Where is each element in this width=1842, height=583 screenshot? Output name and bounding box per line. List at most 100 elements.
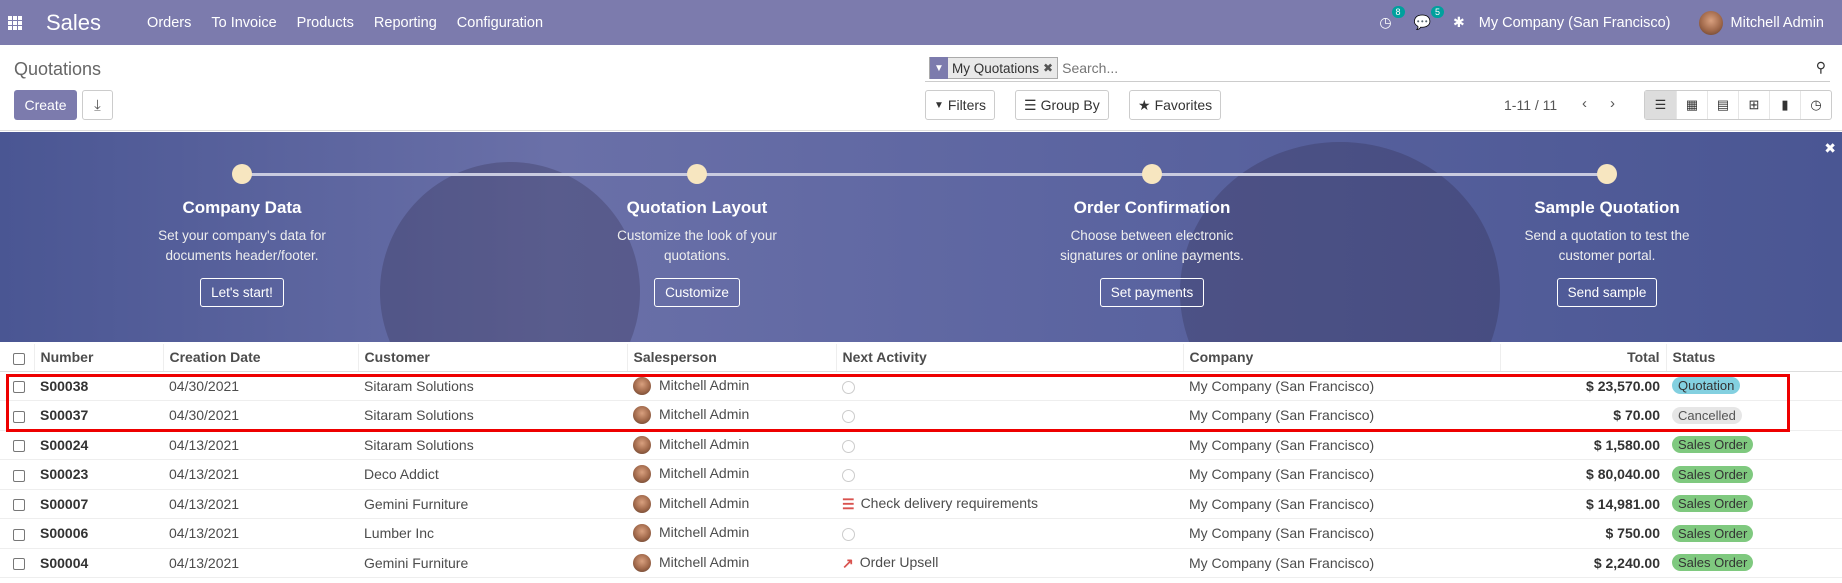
pager-value[interactable]: 1-11 / 11 bbox=[1504, 97, 1557, 113]
favorites-button[interactable]: ★ Favorites bbox=[1129, 90, 1222, 120]
row-checkbox[interactable] bbox=[13, 499, 25, 512]
salesperson-avatar bbox=[633, 376, 651, 395]
header-number[interactable]: Number bbox=[33, 344, 163, 372]
kanban-view-icon[interactable]: ▦ bbox=[1676, 91, 1707, 119]
menu-to-invoice[interactable]: To Invoice bbox=[201, 15, 286, 31]
set-payments-button[interactable]: Set payments bbox=[1099, 278, 1205, 307]
order-number: S00007 bbox=[34, 489, 163, 519]
debug-bug-icon[interactable]: ✱ bbox=[1453, 14, 1465, 31]
activity-clock-icon[interactable] bbox=[842, 439, 855, 453]
status-badge: Sales Order bbox=[1672, 436, 1754, 454]
header-salesperson[interactable]: Salesperson bbox=[626, 344, 836, 372]
creation-date: 04/13/2021 bbox=[163, 459, 358, 490]
pivot-view-icon[interactable]: ⊞ bbox=[1738, 91, 1769, 119]
apps-grid-icon[interactable] bbox=[8, 15, 22, 30]
header-creation-date[interactable]: Creation Date bbox=[162, 344, 358, 372]
filters-button[interactable]: ▼ Filters bbox=[925, 90, 996, 120]
order-total: $ 70.00 bbox=[1500, 400, 1666, 431]
list-bars-icon: ☰ bbox=[1024, 96, 1037, 113]
order-number: S00037 bbox=[34, 400, 163, 431]
salesperson-avatar bbox=[633, 553, 651, 572]
salesperson-name: Mitchell Admin bbox=[659, 524, 750, 541]
row-checkbox[interactable] bbox=[13, 528, 25, 541]
table-row[interactable]: S00006 04/13/2021 Lumber Inc Mitchell Admin… bbox=[0, 518, 1842, 549]
row-checkbox[interactable] bbox=[13, 469, 25, 482]
order-total: $ 80,040.00 bbox=[1500, 459, 1666, 490]
download-icon: ⤓ bbox=[94, 96, 101, 114]
search-icon[interactable]: ⚲ bbox=[1816, 59, 1826, 76]
step-title: Order Confirmation bbox=[1073, 198, 1231, 217]
header-next-activity[interactable]: Next Activity bbox=[835, 344, 1183, 372]
menu-reporting[interactable]: Reporting bbox=[364, 15, 447, 31]
download-button[interactable]: ⤓ bbox=[82, 90, 113, 120]
creation-date: 04/30/2021 bbox=[163, 400, 358, 431]
salesperson-name: Mitchell Admin bbox=[659, 406, 750, 423]
row-checkbox[interactable] bbox=[13, 440, 25, 453]
todo-list-icon[interactable]: ☰ bbox=[842, 496, 855, 513]
lets-start-button[interactable]: Let's start! bbox=[200, 278, 284, 307]
control-panel: Quotations Create ⤓ ▼ My Quotations ✖ ⚲ … bbox=[0, 45, 1842, 131]
header-customer[interactable]: Customer bbox=[357, 344, 627, 372]
progress-line bbox=[242, 173, 1608, 176]
table-row[interactable]: S00037 04/30/2021 Sitaram Solutions Mitchel… bbox=[0, 400, 1842, 431]
salesperson-avatar bbox=[633, 494, 651, 513]
navbar-systray: ◷ 8 💬 5 ✱ My Company (San Francisco) Mitch… bbox=[1379, 0, 1842, 45]
customer-name: Gemini Furniture bbox=[358, 548, 627, 578]
order-total: $ 1,580.00 bbox=[1500, 430, 1666, 460]
customize-button[interactable]: Customize bbox=[654, 278, 740, 307]
graph-view-icon[interactable]: ▮ bbox=[1769, 91, 1800, 119]
page-title: Quotations bbox=[14, 59, 102, 79]
facet-remove-icon[interactable]: ✖ bbox=[1043, 61, 1057, 75]
user-menu[interactable]: Mitchell Admin bbox=[1731, 15, 1824, 31]
send-sample-button[interactable]: Send sample bbox=[1556, 278, 1658, 307]
row-checkbox[interactable] bbox=[13, 381, 25, 394]
create-button[interactable]: Create bbox=[14, 90, 77, 120]
header-company[interactable]: Company bbox=[1182, 344, 1500, 372]
table-row[interactable]: S00038 04/30/2021 Sitaram Solutions Mitchel… bbox=[0, 371, 1842, 401]
groupby-button[interactable]: ☰ Group By bbox=[1015, 90, 1109, 120]
header-status[interactable]: Status bbox=[1665, 344, 1842, 372]
line-chart-icon[interactable]: ↗ bbox=[842, 555, 854, 572]
pager-next-icon[interactable]: › bbox=[1610, 95, 1615, 112]
menu-configuration[interactable]: Configuration bbox=[447, 15, 553, 31]
order-number: S00006 bbox=[34, 518, 163, 549]
order-total: $ 2,240.00 bbox=[1500, 548, 1666, 578]
list-view-icon[interactable]: ☰ bbox=[1645, 91, 1676, 119]
app-name[interactable]: Sales bbox=[46, 10, 101, 36]
table-row[interactable]: S00007 04/13/2021 Gemini Furniture Mitchell… bbox=[0, 489, 1842, 519]
activity-view-icon[interactable]: ◷ bbox=[1800, 91, 1831, 119]
menu-products[interactable]: Products bbox=[287, 15, 364, 31]
row-select-cell bbox=[0, 371, 34, 401]
pager-previous-icon[interactable]: ‹ bbox=[1582, 95, 1587, 112]
table-row[interactable]: S00024 04/13/2021 Sitaram Solutions Mitchel… bbox=[0, 430, 1842, 460]
status-badge: Cancelled bbox=[1672, 406, 1742, 424]
customer-name: Lumber Inc bbox=[358, 518, 627, 549]
messages-icon[interactable]: 💬 5 bbox=[1414, 6, 1444, 31]
activity-clock-icon[interactable] bbox=[842, 528, 855, 542]
row-checkbox[interactable] bbox=[13, 410, 25, 423]
company-name: My Company (San Francisco) bbox=[1183, 371, 1500, 401]
row-checkbox[interactable] bbox=[13, 558, 25, 571]
row-select-cell bbox=[0, 459, 34, 490]
activity-clock-icon[interactable] bbox=[842, 410, 855, 424]
company-name: My Company (San Francisco) bbox=[1183, 400, 1500, 431]
company-switcher[interactable]: My Company (San Francisco) bbox=[1479, 15, 1671, 31]
onboarding-step: Sample Quotation Send a quotation to tes… bbox=[1457, 132, 1757, 307]
menu-orders[interactable]: Orders bbox=[137, 15, 201, 31]
select-all-checkbox[interactable] bbox=[13, 352, 25, 365]
calendar-view-icon[interactable]: ▤ bbox=[1707, 91, 1738, 119]
activity-clock-icon[interactable] bbox=[842, 380, 855, 394]
close-icon[interactable]: ✖ bbox=[1824, 140, 1836, 157]
header-total[interactable]: Total bbox=[1499, 344, 1666, 372]
salesperson-name: Mitchell Admin bbox=[659, 494, 750, 511]
table-row[interactable]: S00004 04/13/2021 Gemini Furniture Mitchell… bbox=[0, 548, 1842, 578]
user-avatar[interactable] bbox=[1698, 10, 1723, 35]
order-number: S00024 bbox=[34, 430, 163, 460]
activity-clock-icon[interactable]: ◷ 8 bbox=[1379, 6, 1405, 31]
table-row[interactable]: S00023 04/13/2021 Deco Addict Mitchell Admi… bbox=[0, 459, 1842, 490]
salesperson-cell: Mitchell Admin bbox=[627, 459, 836, 490]
activity-clock-icon[interactable] bbox=[842, 469, 855, 483]
search-input[interactable] bbox=[1062, 60, 1803, 76]
step-description: Choose between electronic signatures or … bbox=[1060, 228, 1244, 263]
salesperson-cell: Mitchell Admin bbox=[627, 371, 836, 401]
